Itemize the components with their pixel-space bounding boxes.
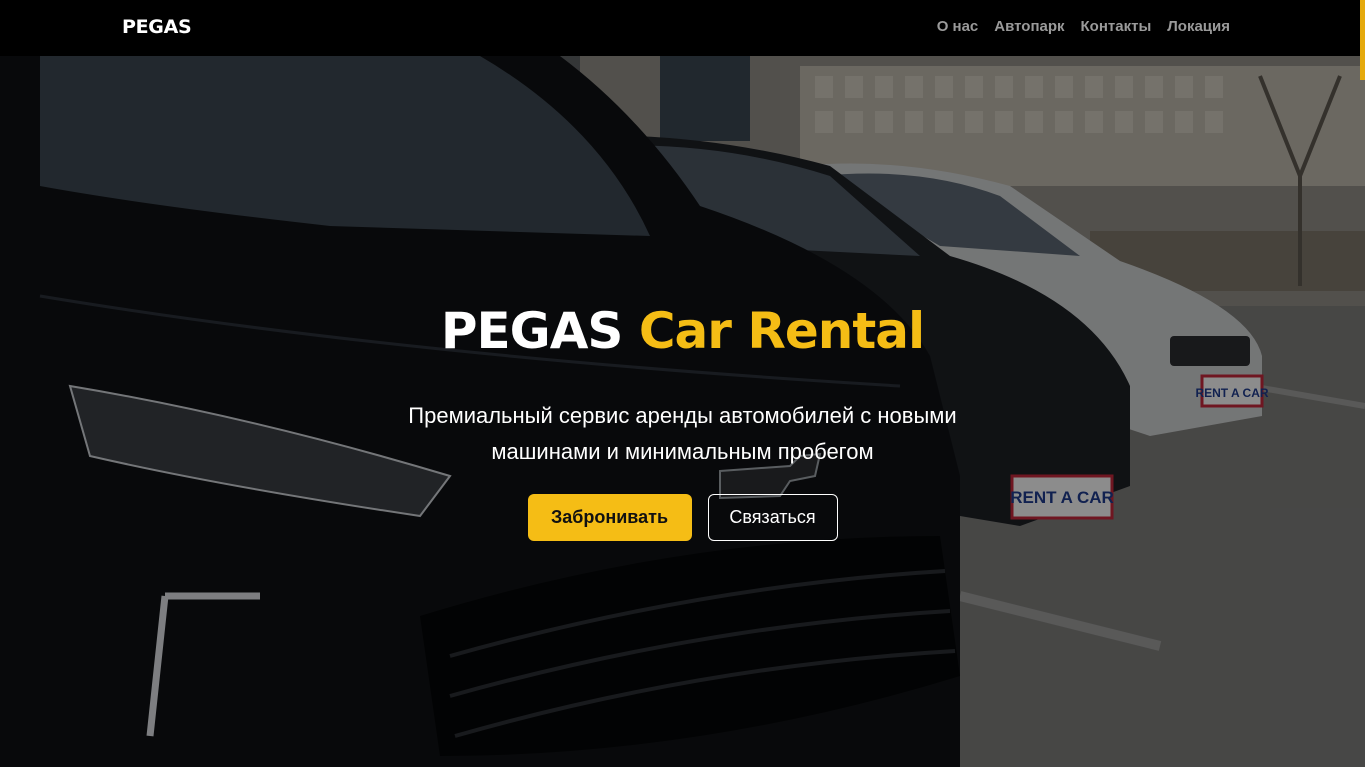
hero-section: RENT A CAR RENT A CAR PEGAS Car Rental П… [0,56,1365,767]
hero-content: PEGAS Car Rental Премиальный сервис арен… [0,56,1365,767]
book-button[interactable]: Забронивать [527,494,692,541]
hero-title-accent: Car Rental [638,302,925,360]
hero-buttons: Забронивать Связаться [0,494,1365,541]
navbar: PEGAS О нас Автопарк Контакты Локация [0,0,1365,56]
hero-title: PEGAS Car Rental [0,302,1365,360]
nav-link-location[interactable]: Локация [1167,18,1230,35]
hero-subtitle: Премиальный сервис аренды автомобилей с … [408,403,957,464]
nav-links: О нас Автопарк Контакты Локация [937,18,1230,35]
nav-link-contacts[interactable]: Контакты [1081,18,1152,35]
scrollbar-thumb[interactable] [1360,0,1365,80]
contact-button[interactable]: Связаться [707,494,838,541]
nav-link-about[interactable]: О нас [937,18,979,35]
brand-logo[interactable]: PEGAS [122,16,192,38]
nav-link-fleet[interactable]: Автопарк [994,18,1064,35]
hero-title-main: PEGAS [440,302,624,360]
